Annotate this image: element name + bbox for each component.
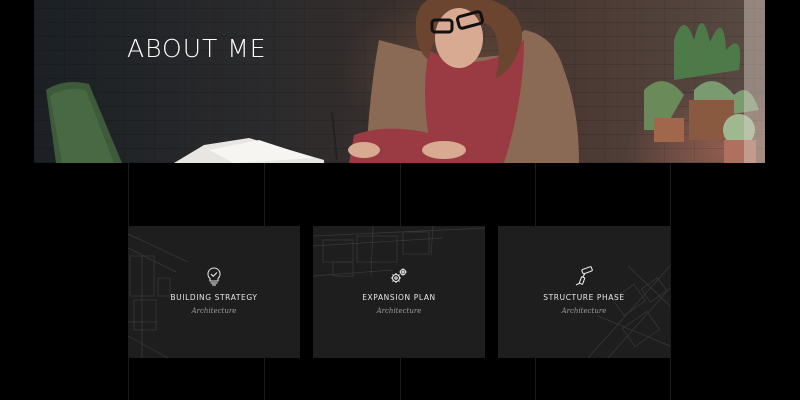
blueprint-background: [587, 265, 670, 358]
page: ABOUT ME BUILDING STRATEGY Architecture …: [0, 0, 800, 400]
gears-icon: [391, 268, 407, 283]
service-title: EXPANSION PLAN: [362, 293, 436, 302]
service-subtitle: Architecture: [561, 307, 607, 315]
service-card-structure-phase[interactable]: STRUCTURE PHASE Architecture: [498, 226, 670, 358]
grid-line: [670, 163, 671, 400]
service-title: STRUCTURE PHASE: [543, 293, 625, 302]
hero-banner: ABOUT ME: [34, 0, 765, 163]
service-title: BUILDING STRATEGY: [170, 293, 258, 302]
service-card-building-strategy[interactable]: BUILDING STRATEGY Architecture: [128, 226, 300, 358]
paint-roller-icon: [575, 266, 593, 286]
lightbulb-icon: [207, 267, 221, 286]
service-subtitle: Architecture: [191, 307, 237, 315]
blueprint-background: [313, 226, 485, 277]
blueprint-background: [128, 233, 189, 358]
service-subtitle: Architecture: [376, 307, 422, 315]
service-card-expansion-plan[interactable]: EXPANSION PLAN Architecture: [313, 226, 485, 358]
hero-photo: [46, 0, 765, 163]
page-title: ABOUT ME: [127, 34, 267, 63]
